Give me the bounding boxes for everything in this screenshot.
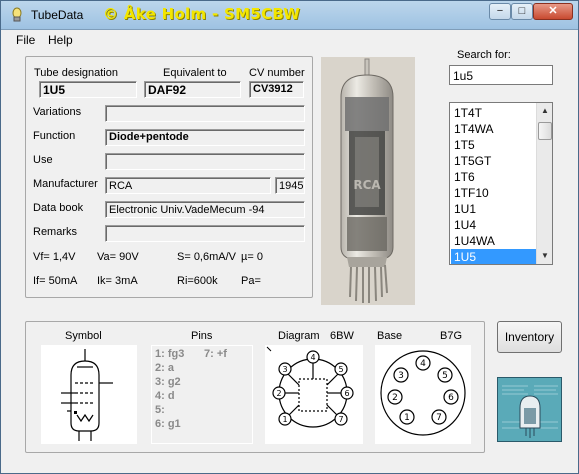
scroll-up-arrow-icon[interactable]: ▲ [537, 103, 552, 119]
search-label: Search for: [457, 49, 511, 61]
list-item-selected[interactable]: 1U5 [451, 249, 536, 264]
main-window: TubeData © Åke Holm - SM5CBW − □ ✕ File … [0, 0, 579, 474]
diagram-pin-label: 4 [310, 353, 315, 362]
title-bar[interactable]: TubeData © Åke Holm - SM5CBW − □ ✕ [1, 1, 578, 30]
mu-value: µ= 0 [241, 251, 263, 263]
s-value: S= 0,6mA/V [177, 251, 237, 263]
inventory-button[interactable]: Inventory [497, 321, 562, 353]
close-icon: ✕ [548, 5, 558, 17]
pin-3: 3: g2 [155, 376, 181, 388]
function-field[interactable]: Diode+pentode [105, 129, 305, 146]
list-item[interactable]: 1T5 [451, 137, 536, 153]
tube-image: RCA [321, 57, 415, 305]
base-pin-label: 2 [392, 393, 398, 403]
tube-symbol-icon [61, 349, 113, 441]
pin-diagram-icon: 4 3 2 1 5 6 7 [266, 346, 354, 428]
diagram-pin-label: 5 [338, 365, 343, 374]
base-pin-label: 7 [436, 413, 442, 423]
base-pin-label: 4 [420, 359, 426, 369]
remarks-label: Remarks [33, 226, 78, 238]
base-pin-label: 5 [442, 371, 448, 381]
variations-field[interactable] [105, 105, 305, 122]
use-field[interactable] [105, 153, 305, 170]
ik-value: Ik= 3mA [97, 275, 138, 287]
menu-bar: File Help [2, 31, 577, 49]
use-label: Use [33, 154, 53, 166]
pin-7: 7: +f [204, 348, 227, 360]
base-pinout-icon: 4 3 5 2 6 1 7 [380, 350, 466, 436]
tube-logo-icon [498, 378, 561, 441]
symbol-panel [41, 345, 137, 444]
symbol-label: Symbol [65, 330, 102, 342]
app-logo [497, 377, 562, 442]
diagram-panel: 4 3 2 1 5 6 7 [265, 345, 363, 444]
base-panel: 4 3 5 2 6 1 7 [375, 345, 471, 444]
databook-label: Data book [33, 202, 84, 214]
base-pin-label: 1 [404, 413, 410, 423]
cv-field[interactable]: CV3912 [249, 81, 304, 98]
tube-app-icon [12, 7, 22, 22]
diagram-pin-label: 1 [282, 415, 287, 424]
manufacturer-label: Manufacturer [33, 178, 98, 190]
maximize-icon: □ [518, 5, 526, 17]
pin-4: 4: d [155, 390, 175, 402]
search-input[interactable]: 1u5 [449, 65, 553, 85]
scroll-thumb[interactable] [538, 122, 552, 140]
designation-label: Tube designation [34, 67, 118, 79]
year-field[interactable]: 1945 [275, 177, 305, 194]
pins-label: Pins [191, 330, 213, 342]
manufacturer-field[interactable]: RCA [105, 177, 271, 194]
diagram-code: 6BW [330, 330, 354, 342]
window-title: TubeData [31, 8, 84, 22]
list-item[interactable]: 1U1 [451, 201, 536, 217]
pin-1: 1: fg3 [155, 348, 185, 360]
list-item[interactable]: 1U4WA [451, 233, 536, 249]
pin-6: 6: g1 [155, 418, 181, 430]
minimize-button[interactable]: − [489, 3, 511, 20]
cv-label: CV number [249, 67, 305, 79]
ri-value: Ri=600k [177, 275, 218, 287]
menu-file[interactable]: File [16, 33, 35, 47]
tube-listbox[interactable]: 1T4T 1T4WA 1T5 1T5GT 1T6 1TF10 1U1 1U4 1… [449, 102, 553, 265]
diagram-pin-label: 7 [338, 415, 343, 424]
base-pin-label: 3 [398, 371, 404, 381]
diagram-label: Diagram [278, 330, 320, 342]
tube-photo: RCA [321, 57, 415, 305]
va-value: Va= 90V [97, 251, 139, 263]
diagram-pin-label: 6 [344, 389, 349, 398]
designation-field[interactable]: 1U5 [39, 81, 137, 98]
equivalent-field[interactable]: DAF92 [144, 81, 241, 98]
if-value: If= 50mA [33, 275, 78, 287]
scroll-down-arrow-icon[interactable]: ▼ [537, 248, 552, 264]
list-item[interactable]: 1T5GT [451, 153, 536, 169]
databook-field[interactable]: Electronic Univ.VadeMecum -94 [105, 201, 305, 218]
list-scrollbar[interactable]: ▲ ▼ [536, 103, 552, 264]
author-banner: © Åke Holm - SM5CBW [103, 5, 301, 23]
minimize-icon: − [496, 5, 504, 17]
menu-help[interactable]: Help [48, 33, 73, 47]
list-item[interactable]: 1T4WA [451, 121, 536, 137]
maximize-button[interactable]: □ [511, 3, 533, 20]
variations-label: Variations [33, 106, 82, 118]
base-label: Base [377, 330, 403, 342]
list-item[interactable]: 1T6 [451, 169, 536, 185]
base-code: B7G [440, 330, 463, 342]
list-item[interactable]: 1T4T [451, 105, 536, 121]
pins-panel: 1: fg3 7: +f 2: a 3: g2 4: d 5: 6: g1 [151, 345, 253, 444]
pa-value: Pa= [241, 275, 261, 287]
svg-text:RCA: RCA [353, 178, 381, 192]
base-pin-label: 6 [448, 393, 454, 403]
pin-5: 5: [155, 404, 165, 416]
close-button[interactable]: ✕ [533, 3, 573, 20]
diagram-pin-label: 2 [276, 389, 281, 398]
pin-2: 2: a [155, 362, 174, 374]
equivalent-label: Equivalent to [163, 67, 227, 79]
list-item[interactable]: 1U4 [451, 217, 536, 233]
function-label: Function [33, 130, 76, 142]
remarks-field[interactable] [105, 225, 305, 242]
vf-value: Vf= 1,4V [33, 251, 76, 263]
diagram-pin-label: 3 [282, 365, 287, 374]
list-item[interactable]: 1TF10 [451, 185, 536, 201]
